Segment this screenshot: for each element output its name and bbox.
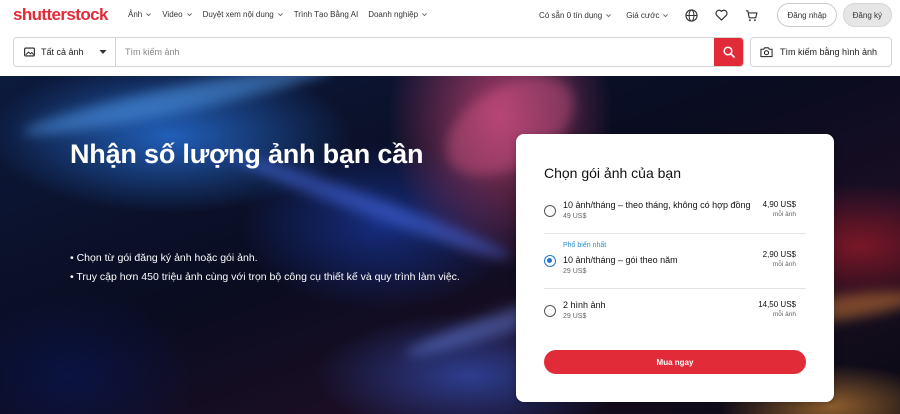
camera-search-icon bbox=[760, 47, 773, 58]
pricing-label: Giá cước bbox=[626, 10, 660, 20]
hero-light-streak bbox=[20, 76, 340, 145]
plan-option-name: 10 ảnh/tháng – theo tháng, không có hợp … bbox=[563, 200, 751, 210]
nav-item-label: Doanh nghiệp bbox=[368, 10, 419, 19]
hero-bullet: • Chọn từ gói đăng ký ảnh hoặc gói ảnh. bbox=[70, 252, 258, 264]
plan-card-title: Chọn gói ảnh của bạn bbox=[544, 165, 681, 181]
main-menu: Ảnh Video Duyệt xem nội dung Trình Tạo B… bbox=[128, 10, 438, 19]
search-by-image-button[interactable]: Tìm kiếm bằng hình ảnh bbox=[750, 37, 892, 67]
plan-option-price: 4,90 US$ bbox=[762, 200, 796, 209]
globe-icon[interactable] bbox=[683, 7, 699, 23]
divider bbox=[544, 233, 806, 234]
login-button[interactable]: Đăng nhập bbox=[777, 3, 837, 27]
asset-type-select[interactable]: Tất cả ảnh bbox=[14, 38, 116, 66]
nav-item-enterprise[interactable]: Doanh nghiệp bbox=[368, 10, 428, 19]
caret-down-icon bbox=[99, 50, 107, 54]
hero-title: Nhận số lượng ảnh bạn cần bbox=[70, 139, 424, 169]
plan-radio[interactable] bbox=[544, 305, 556, 317]
account-menu: Có sẵn 0 tín dụng Giá cước Đăng nhập Đăn… bbox=[539, 3, 892, 27]
chevron-down-icon bbox=[663, 13, 669, 17]
search-button[interactable] bbox=[714, 38, 743, 66]
search-bar: Tất cả ảnh bbox=[13, 37, 744, 67]
chevron-down-icon bbox=[277, 13, 283, 17]
plan-radio[interactable] bbox=[544, 255, 556, 267]
credits-dropdown[interactable]: Có sẵn 0 tín dụng bbox=[539, 11, 612, 20]
plan-option-name: 2 hình ảnh bbox=[563, 300, 606, 310]
plan-option-annual[interactable]: Phổ biến nhất 10 ảnh/tháng – gói theo nă… bbox=[544, 242, 806, 278]
hero-bullet: • Truy cập hơn 450 triệu ảnh cùng với tr… bbox=[70, 271, 460, 283]
credits-label: Có sẵn 0 tín dụng bbox=[539, 10, 603, 20]
cart-icon[interactable] bbox=[743, 7, 759, 23]
pricing-dropdown[interactable]: Giá cước bbox=[626, 11, 669, 20]
nav-item-label: Duyệt xem nội dung bbox=[202, 10, 274, 19]
buy-now-button[interactable]: Mua ngay bbox=[544, 350, 806, 374]
shutterstock-logo[interactable]: shutterstock bbox=[13, 5, 108, 25]
chevron-down-icon bbox=[606, 13, 612, 17]
plan-option-unit: mỗi ảnh bbox=[772, 311, 796, 318]
search-icon bbox=[722, 46, 735, 58]
plan-option-unit: mỗi ảnh bbox=[772, 261, 796, 268]
plan-option-monthly[interactable]: 10 ảnh/tháng – theo tháng, không có hợp … bbox=[544, 200, 806, 224]
nav-item-label: Video bbox=[162, 10, 183, 19]
plan-option-total: 29 US$ bbox=[563, 268, 587, 275]
top-navigation: shutterstock Ảnh Video Duyệt xem nội dun… bbox=[0, 0, 900, 32]
search-by-image-label: Tìm kiếm bằng hình ảnh bbox=[780, 47, 878, 57]
plan-option-name: 10 ảnh/tháng – gói theo năm bbox=[563, 255, 678, 265]
heart-icon[interactable] bbox=[713, 7, 729, 23]
nav-item-video[interactable]: Video bbox=[162, 10, 192, 19]
plan-option-price: 14,50 US$ bbox=[758, 300, 796, 309]
chevron-down-icon bbox=[186, 13, 192, 17]
nav-item-browse[interactable]: Duyệt xem nội dung bbox=[203, 10, 284, 19]
divider bbox=[544, 288, 806, 289]
signup-button[interactable]: Đăng ký bbox=[842, 3, 892, 27]
plan-option-unit: mỗi ảnh bbox=[772, 211, 796, 218]
chevron-down-icon bbox=[146, 13, 152, 17]
popular-badge: Phổ biến nhất bbox=[563, 242, 607, 249]
plan-radio[interactable] bbox=[544, 205, 556, 217]
image-icon bbox=[24, 47, 35, 57]
plan-option-total: 49 US$ bbox=[563, 213, 587, 220]
plan-option-total: 29 US$ bbox=[563, 313, 587, 320]
plan-option-image-pack[interactable]: 2 hình ảnh 29 US$ 14,50 US$ mỗi ảnh bbox=[544, 298, 806, 324]
nav-item-photos[interactable]: Ảnh bbox=[128, 10, 152, 19]
nav-item-ai-generator[interactable]: Trình Tạo Bằng AI bbox=[294, 10, 358, 19]
chevron-down-icon bbox=[422, 13, 427, 17]
asset-type-label: Tất cả ảnh bbox=[41, 47, 84, 57]
plan-option-price: 2,90 US$ bbox=[762, 250, 796, 259]
search-input[interactable] bbox=[116, 38, 714, 66]
nav-item-label: Trình Tạo Bằng AI bbox=[293, 10, 359, 19]
plan-selection-card: Chọn gói ảnh của bạn 10 ảnh/tháng – theo… bbox=[516, 134, 834, 402]
nav-item-label: Ảnh bbox=[128, 10, 143, 19]
